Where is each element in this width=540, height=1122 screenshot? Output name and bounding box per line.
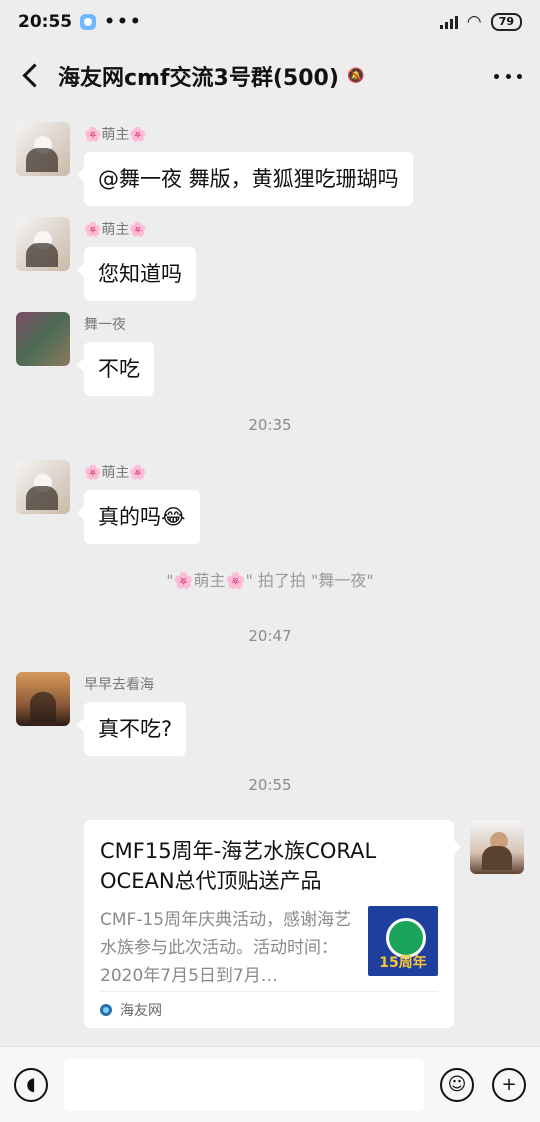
message-row: 早早去看海 真不吃? — [16, 672, 524, 756]
avatar[interactable] — [16, 460, 70, 514]
card-description: CMF-15周年庆典活动，感谢海艺水族参与此次活动。活动时间：2020年7月5日… — [100, 910, 352, 986]
message-bubble[interactable]: 真不吃? — [76, 702, 187, 756]
chat-title: 海友网cmf交流3号群(500) — [58, 66, 339, 91]
source-icon — [100, 1004, 112, 1016]
avatar[interactable] — [16, 217, 70, 271]
message-body: 🌸萌主🌸 您知道吗 — [77, 217, 196, 301]
my-avatar[interactable] — [470, 820, 524, 874]
message-body: 舞一夜 不吃 — [77, 312, 154, 396]
more-icon[interactable] — [494, 66, 522, 86]
thumbnail-text: 15周年 — [379, 955, 427, 971]
message-input[interactable] — [64, 1058, 424, 1111]
sender-nickname: 🌸萌主🌸 — [84, 465, 147, 481]
add-icon[interactable]: + — [492, 1067, 526, 1102]
wifi-icon: ◠ — [467, 12, 481, 32]
system-message: "🌸萌主🌸" 拍了拍 "舞一夜" — [166, 571, 374, 590]
card-source: 海友网 — [100, 991, 438, 1028]
avatar[interactable] — [16, 312, 70, 366]
message-row: 🌸萌主🌸 真的吗😂 — [16, 460, 524, 544]
status-more-dots: ••• — [104, 12, 143, 32]
status-bar: 20:55 ••• ◠ 79 — [0, 0, 540, 44]
battery-indicator: 79 — [490, 13, 522, 31]
timestamp: 20:55 — [248, 776, 292, 794]
back-icon[interactable] — [18, 64, 42, 88]
sender-nickname: 舞一夜 — [84, 317, 126, 333]
signal-icon — [439, 15, 458, 29]
emoji-icon[interactable]: ☺ — [440, 1067, 474, 1102]
message-body: 🌸萌主🌸 @舞一夜 舞版，黄狐狸吃珊瑚吗 — [77, 122, 413, 206]
voice-icon[interactable]: ◖ — [14, 1067, 48, 1102]
status-right: ◠ 79 — [439, 12, 522, 32]
timestamp: 20:35 — [248, 416, 292, 434]
card-title: CMF15周年-海艺水族CORAL OCEAN总代顶贴送产品 — [100, 839, 377, 893]
message-body: 🌸萌主🌸 真的吗😂 — [77, 460, 200, 544]
message-row: 🌸萌主🌸 @舞一夜 舞版，黄狐狸吃珊瑚吗 — [16, 122, 524, 206]
message-bubble[interactable]: 不吃 — [77, 342, 154, 396]
timestamp: 20:47 — [248, 627, 292, 645]
message-bubble[interactable]: @舞一夜 舞版，黄狐狸吃珊瑚吗 — [77, 152, 413, 206]
input-actions: ☺ + — [440, 1067, 526, 1102]
message-bubble[interactable]: 您知道吗 — [77, 247, 196, 301]
chat-screen: 20:55 ••• ◠ 79 海友网cmf交流3号群(500) 🔕 🌸萌主🌸 @… — [0, 0, 540, 1122]
sender-nickname: 🌸萌主🌸 — [84, 222, 147, 238]
article-thumbnail: 15周年 — [368, 906, 438, 976]
mini-app-icon — [80, 14, 97, 30]
sender-nickname: 🌸萌主🌸 — [84, 127, 147, 143]
card-content: CMF-15周年庆典活动，感谢海艺水族参与此次活动。活动时间：2020年7月5日… — [100, 906, 438, 990]
input-bar: ◖ ☺ + — [0, 1046, 540, 1122]
mute-icon: 🔕 — [347, 68, 365, 84]
status-left: 20:55 ••• — [18, 12, 143, 32]
source-name: 海友网 — [120, 1003, 162, 1019]
message-bubble[interactable]: 真的吗😂 — [77, 490, 200, 544]
sender-nickname: 早早去看海 — [84, 677, 154, 693]
shared-article-card[interactable]: CMF15周年-海艺水族CORAL OCEAN总代顶贴送产品 CMF-15周年庆… — [84, 820, 461, 1028]
message-row: 🌸萌主🌸 您知道吗 — [16, 217, 524, 301]
message-row: 舞一夜 不吃 — [16, 312, 524, 396]
avatar[interactable] — [16, 122, 70, 176]
avatar[interactable] — [16, 672, 70, 726]
chat-header: 海友网cmf交流3号群(500) 🔕 — [0, 44, 540, 108]
message-body: 早早去看海 真不吃? — [76, 672, 187, 756]
status-time: 20:55 — [18, 12, 73, 32]
